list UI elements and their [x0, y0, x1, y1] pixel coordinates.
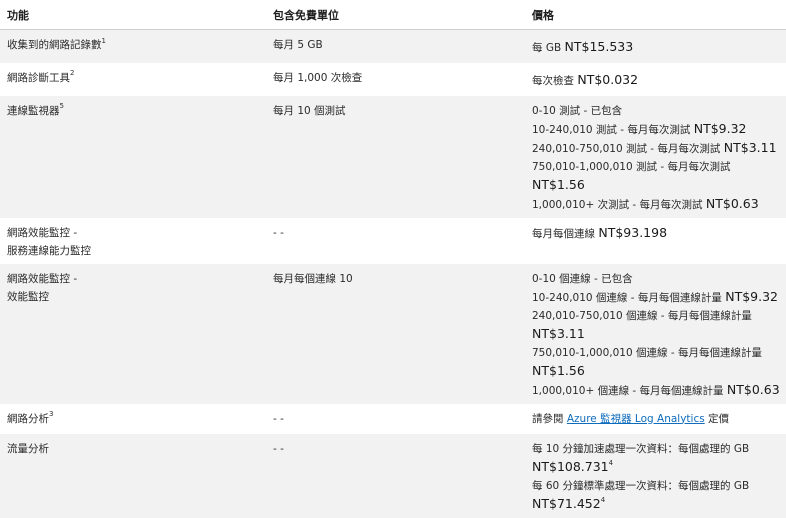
price-cell: 每 GB NT$15.533	[525, 29, 786, 63]
price-tier: 240,010-750,010 個連線 - 每月每個連線計量 NT$3.11	[532, 307, 782, 344]
free-units-cell: 每月 10 個測試	[266, 95, 525, 218]
header-price: 價格	[525, 0, 786, 30]
price-cell: 每 10 分鐘加速處理一次資料：每個處理的 GB NT$108.7314 每 6…	[525, 433, 786, 518]
price-text: 0-10 個連線 - 已包含	[532, 272, 633, 285]
price-value: NT$1.56	[532, 362, 585, 378]
price-cell: 0-10 測試 - 已包含 10-240,010 測試 - 每月每次測試 NT$…	[525, 95, 786, 218]
price-cell: 每月每個連線 NT$93.198	[525, 217, 786, 264]
feature-cell: 網路效能監控 - 效能監控	[0, 263, 266, 404]
price-tier: 1,000,010+ 次測試 - 每月每次測試 NT$0.63	[532, 195, 782, 214]
footnote-mark: 2	[70, 69, 75, 77]
table-row: 網路效能監控 - 服務連線能力監控 - - 每月每個連線 NT$93.198	[0, 217, 786, 264]
price-value: NT$0.032	[577, 71, 639, 87]
price-text: 240,010-750,010 個連線 - 每月每個連線計量	[532, 309, 752, 322]
header-free-units: 包含免費單位	[266, 0, 525, 30]
header-row: 功能 包含免費單位 價格	[0, 0, 786, 30]
feature-label: 網路效能監控 -	[7, 226, 78, 239]
price-text: 1,000,010+ 個連線 - 每月每個連線計量	[532, 384, 727, 397]
price-text: 10-240,010 個連線 - 每月每個連線計量	[532, 291, 726, 304]
price-text: 每 60 分鐘標準處理一次資料：每個處理的 GB	[532, 479, 750, 492]
price-value: NT$1.56	[532, 176, 585, 192]
footnote-mark: 4	[608, 459, 614, 467]
table-row: 收集到的網路記錄數1 每月 5 GB 每 GB NT$15.533	[0, 29, 786, 63]
price-tier: 0-10 個連線 - 已包含	[532, 270, 782, 288]
price-text: 750,010-1,000,010 個連線 - 每月每個連線計量	[532, 346, 762, 359]
footnote-mark: 1	[101, 36, 106, 45]
price-text: 750,010-1,000,010 測試 - 每月每次測試	[532, 160, 731, 173]
feature-label: 網路效能監控 -	[7, 272, 78, 285]
price-text: 每 10 分鐘加速處理一次資料：每個處理的 GB	[532, 442, 750, 455]
price-text: 0-10 測試 - 已包含	[532, 104, 623, 117]
table-row: 網路效能監控 - 效能監控 每月每個連線 10 0-10 個連線 - 已包含 1…	[0, 263, 786, 404]
free-units-cell: 每月 5 GB	[266, 29, 525, 63]
price-value: NT$9.32	[725, 288, 778, 304]
table-row: 連線監視器5 每月 10 個測試 0-10 測試 - 已包含 10-240,01…	[0, 95, 786, 218]
feature-cell: 網路分析3	[0, 403, 266, 434]
table-row: 網路分析3 - - 請參閱 Azure 監視器 Log Analytics 定價	[0, 403, 786, 434]
price-tier: 750,010-1,000,010 測試 - 每月每次測試 NT$1.56	[532, 158, 782, 195]
price-value: NT$15.533	[564, 39, 634, 54]
feature-cell: 收集到的網路記錄數1	[0, 29, 266, 63]
price-cell: 每次檢查 NT$0.032	[525, 62, 786, 96]
price-value: NT$0.63	[726, 381, 780, 397]
feature-label: 效能監控	[7, 290, 49, 303]
pricing-table: 功能 包含免費單位 價格 收集到的網路記錄數1 每月 5 GB 每 GB NT$…	[0, 0, 786, 518]
price-value: NT$108.731	[532, 458, 609, 474]
feature-label: 流量分析	[7, 442, 49, 455]
price-text: 每次檢查	[532, 74, 578, 87]
feature-cell: 網路效能監控 - 服務連線能力監控	[0, 217, 266, 264]
table-row: 網路診斷工具2 每月 1,000 次檢查 每次檢查 NT$0.032	[0, 62, 786, 96]
price-text: 每 GB	[532, 42, 565, 54]
footnote-mark: 5	[59, 102, 64, 110]
feature-label: 網路分析	[7, 412, 49, 425]
feature-cell: 網路診斷工具2	[0, 62, 266, 96]
price-tier: 750,010-1,000,010 個連線 - 每月每個連線計量 NT$1.56	[532, 344, 782, 381]
free-units-cell: - -	[266, 403, 525, 434]
price-text: 1,000,010+ 次測試 - 每月每次測試	[532, 198, 706, 211]
free-units-cell: - -	[266, 217, 525, 264]
feature-label: 連線監視器	[7, 104, 60, 117]
table-row: 流量分析 - - 每 10 分鐘加速處理一次資料：每個處理的 GB NT$108…	[0, 433, 786, 518]
price-text: 每月每個連線	[532, 227, 599, 240]
price-cell: 請參閱 Azure 監視器 Log Analytics 定價	[525, 403, 786, 434]
price-tier: NT$108.7314	[532, 458, 782, 477]
price-text: 10-240,010 測試 - 每月每次測試	[532, 123, 694, 136]
price-value: NT$0.63	[705, 195, 759, 211]
footnote-mark: 3	[49, 410, 54, 418]
free-units-cell: 每月每個連線 10	[266, 263, 525, 404]
price-text: 240,010-750,010 測試 - 每月每次測試	[532, 142, 724, 155]
price-tier: NT$71.4524	[532, 495, 782, 514]
free-units-cell: 每月 1,000 次檢查	[266, 62, 525, 96]
feature-cell: 流量分析	[0, 433, 266, 518]
header-feature: 功能	[0, 0, 266, 30]
price-cell: 0-10 個連線 - 已包含 10-240,010 個連線 - 每月每個連線計量…	[525, 263, 786, 404]
price-tier: 240,010-750,010 測試 - 每月每次測試 NT$3.11	[532, 139, 782, 158]
price-value: NT$9.32	[693, 120, 747, 136]
free-units-cell: - -	[266, 433, 525, 518]
feature-label: 網路診斷工具	[7, 71, 70, 84]
feature-label: 服務連線能力監控	[7, 244, 91, 257]
price-value: NT$3.11	[723, 139, 777, 155]
price-value: NT$93.198	[598, 224, 668, 240]
feature-label: 收集到的網路記錄數	[7, 39, 102, 51]
log-analytics-pricing-link[interactable]: Azure 監視器 Log Analytics	[567, 413, 705, 425]
price-value: NT$71.452	[532, 495, 601, 511]
footnote-mark: 4	[600, 496, 606, 504]
price-value: NT$3.11	[532, 325, 585, 341]
price-tier: 10-240,010 個連線 - 每月每個連線計量 NT$9.32	[532, 288, 782, 307]
price-tier: 1,000,010+ 個連線 - 每月每個連線計量 NT$0.63	[532, 381, 782, 400]
feature-cell: 連線監視器5	[0, 95, 266, 218]
price-text: 定價	[704, 412, 730, 425]
price-tier: 10-240,010 測試 - 每月每次測試 NT$9.32	[532, 120, 782, 139]
price-tier: 0-10 測試 - 已包含	[532, 102, 782, 120]
price-text: 請參閱	[532, 412, 567, 425]
